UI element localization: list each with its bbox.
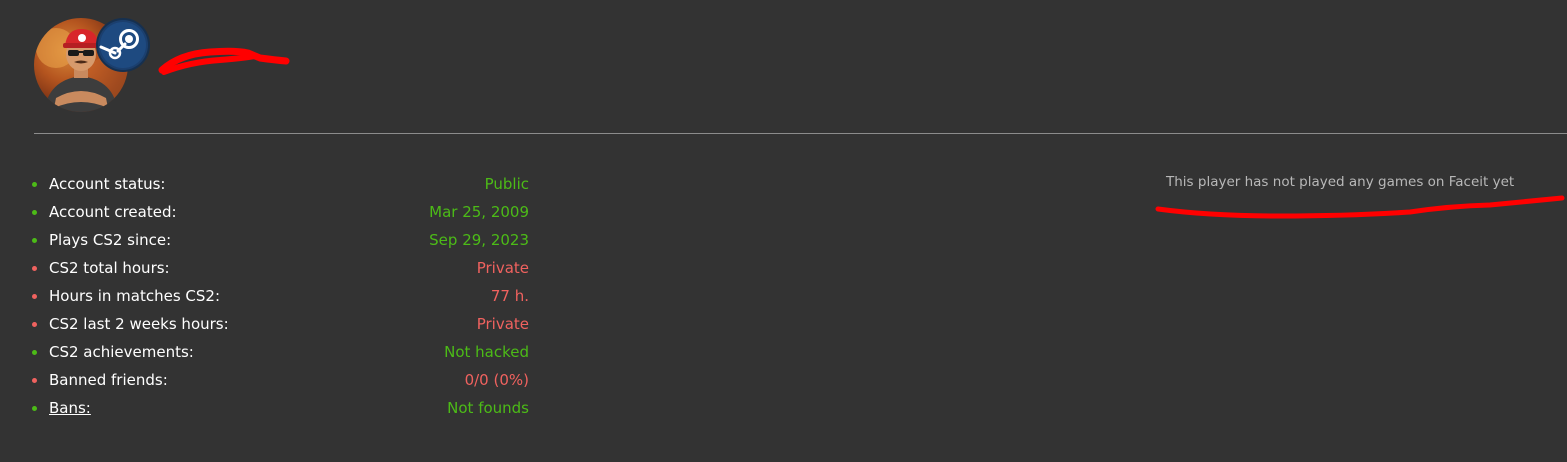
status-bullet-icon bbox=[32, 210, 37, 215]
faceit-message: This player has not played any games on … bbox=[1166, 174, 1515, 190]
status-bullet-icon bbox=[32, 378, 37, 383]
stat-label: CS2 last 2 weeks hours: bbox=[49, 315, 229, 333]
steam-logo-icon bbox=[98, 20, 148, 70]
stat-row: Plays CS2 since: Sep 29, 2023 bbox=[32, 226, 532, 254]
stat-row: CS2 last 2 weeks hours: Private bbox=[32, 310, 532, 338]
stat-label: Account status: bbox=[49, 175, 166, 193]
stat-row: Account created: Mar 25, 2009 bbox=[32, 198, 532, 226]
stat-row: CS2 total hours: Private bbox=[32, 254, 532, 282]
profile-header bbox=[34, 18, 150, 114]
stat-row: Hours in matches CS2: 77 h. bbox=[32, 282, 532, 310]
stat-row: Account status: Public bbox=[32, 170, 532, 198]
stat-value: 77 h. bbox=[490, 287, 529, 305]
stat-label: Plays CS2 since: bbox=[49, 231, 172, 249]
stat-value: Private bbox=[476, 315, 529, 333]
status-bullet-icon bbox=[32, 182, 37, 187]
stat-label: CS2 total hours: bbox=[49, 259, 170, 277]
stat-row: Bans: Not founds bbox=[32, 394, 532, 422]
stat-value: 0/0 (0%) bbox=[464, 371, 529, 389]
stat-value: Not founds bbox=[447, 399, 529, 417]
status-bullet-icon bbox=[32, 322, 37, 327]
steam-profile-page: Account status: Public Account created: Mar… bbox=[0, 0, 1567, 462]
stat-value: Public bbox=[484, 175, 529, 193]
status-bullet-icon bbox=[32, 350, 37, 355]
status-bullet-icon bbox=[32, 238, 37, 243]
stat-label: Account created: bbox=[49, 203, 177, 221]
stat-row: CS2 achievements: Not hacked bbox=[32, 338, 532, 366]
status-bullet-icon bbox=[32, 266, 37, 271]
stat-value: Private bbox=[476, 259, 529, 277]
stat-value: Mar 25, 2009 bbox=[429, 203, 529, 221]
header-divider bbox=[34, 133, 1567, 134]
account-stats-list: Account status: Public Account created: Mar… bbox=[32, 170, 532, 422]
status-bullet-icon bbox=[32, 406, 37, 411]
stat-label: Hours in matches CS2: bbox=[49, 287, 220, 305]
stat-value: Sep 29, 2023 bbox=[429, 231, 529, 249]
status-bullet-icon bbox=[32, 294, 37, 299]
stat-value: Not hacked bbox=[444, 343, 529, 361]
stat-label: CS2 achievements: bbox=[49, 343, 194, 361]
username-redaction bbox=[158, 47, 290, 75]
stat-row: Banned friends: 0/0 (0%) bbox=[32, 366, 532, 394]
stat-label: Banned friends: bbox=[49, 371, 168, 389]
faceit-redaction bbox=[1155, 195, 1565, 219]
bans-link[interactable]: Bans: bbox=[49, 394, 91, 422]
